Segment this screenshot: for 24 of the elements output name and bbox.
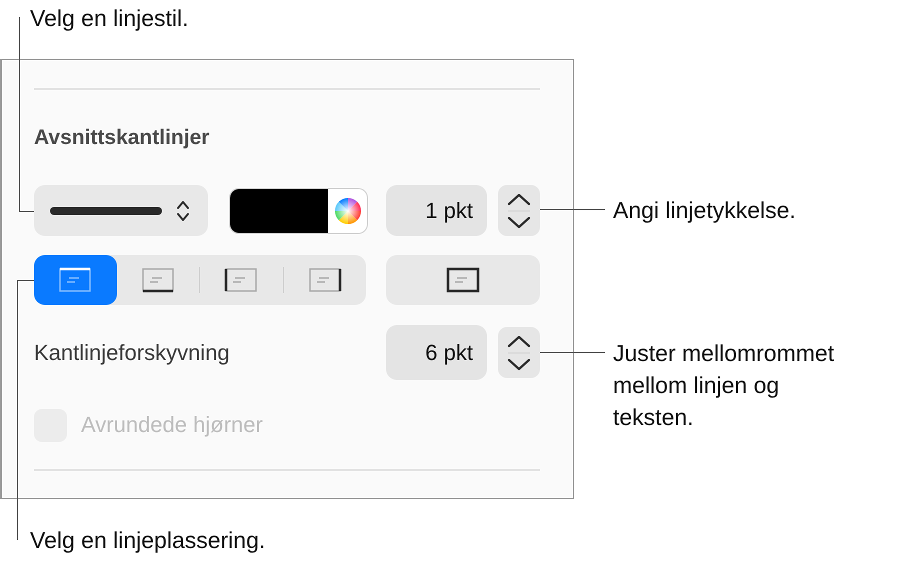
checkbox-label: Avrundede hjørner [81, 412, 263, 438]
border-left-icon [224, 267, 258, 293]
border-position-segment[interactable] [34, 255, 116, 305]
callout-text: Juster mellomrommet mellom linjen og teksten. [613, 339, 836, 432]
color-wheel-icon [334, 196, 362, 224]
offset-stepper[interactable] [498, 327, 540, 378]
offset-label: Kantlinjeforskyvning [34, 340, 230, 366]
callout-text: Angi linjetykkelse. [613, 196, 797, 225]
border-box-icon [446, 267, 480, 293]
updown-chevron-icon [176, 198, 190, 222]
color-well[interactable] [230, 188, 367, 232]
line-style-popup[interactable] [34, 185, 208, 236]
section-heading: Avsnittskantlinjer [34, 125, 210, 151]
thickness-stepper[interactable] [498, 185, 540, 236]
border-bottom-icon [140, 267, 175, 293]
thickness-field[interactable]: 1 pkt [386, 185, 487, 236]
offset-field[interactable]: 6 pkt [386, 325, 487, 380]
leader-line [540, 209, 605, 211]
border-right-icon [308, 267, 342, 293]
leader-line [540, 352, 605, 354]
callout-text: Velg en linjeplassering. [30, 526, 266, 555]
box-border-button[interactable] [386, 255, 540, 305]
callout-text: Velg en linjestil. [30, 4, 190, 33]
border-top-icon [58, 267, 92, 293]
